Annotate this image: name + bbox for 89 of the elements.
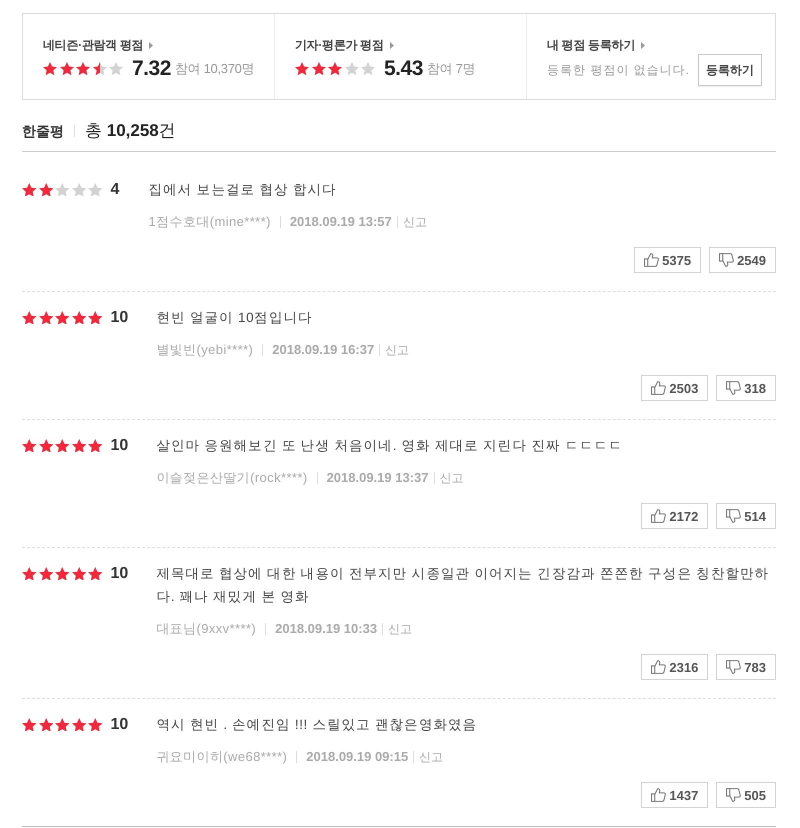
star-icon [55, 566, 70, 580]
star-icon [38, 566, 53, 580]
review-score: 10 [110, 436, 128, 456]
caret-icon [640, 42, 645, 48]
review-total: 총 10,258건 [85, 120, 176, 142]
review-text: 현빈 얼굴이 10점입니다 [156, 309, 314, 327]
rating-title-link[interactable]: 기자·평론가 평점 [295, 36, 394, 54]
review-date: 2018.09.19 10:33 [275, 620, 378, 638]
review-date: 2018.09.19 13:37 [326, 469, 428, 487]
register-button[interactable]: 등록하기 [698, 54, 762, 86]
star-icon [72, 566, 86, 580]
star-icon [72, 718, 86, 732]
star-icon [88, 438, 102, 452]
star-icon [22, 310, 36, 324]
review-text: 제목대로 협상에 대한 내용이 전부지만 시종일관 이어지는 긴장감과 쫀쫀한 구성은 칭찬할만하다. 꽤나 재밌게 본 영화 [156, 565, 770, 606]
section-title: 한줄평 [22, 122, 64, 141]
star-icon [55, 310, 70, 324]
dislike-button[interactable]: 514 [716, 503, 776, 529]
star-icon [22, 438, 36, 452]
rating-score: 7.32 [132, 57, 171, 81]
rating-score: 5.43 [384, 57, 423, 81]
dislike-button[interactable]: 2549 [709, 247, 776, 273]
thumbs-up-icon [644, 253, 660, 267]
dislike-button[interactable]: 318 [716, 375, 776, 401]
participant-count: 참여 7명 [426, 60, 476, 78]
star-icon [55, 438, 70, 452]
star-icon [55, 718, 70, 732]
my-rating-link[interactable]: 내 평점 등록하기 [547, 36, 645, 54]
thumbs-down-icon [726, 509, 742, 523]
thumbs-up-icon [651, 381, 666, 395]
star-icon [72, 310, 86, 324]
star-icon [22, 566, 36, 580]
thumbs-down-icon [719, 253, 734, 267]
dislike-button[interactable]: 505 [716, 782, 776, 808]
review-author: 이슬젖은산딸기(rock****) [156, 469, 308, 487]
like-button[interactable]: 2503 [641, 375, 708, 401]
star-icon [295, 62, 309, 76]
review-author: 대표님(9xxv****) [156, 620, 256, 638]
star-icon [43, 62, 57, 76]
review-author: 귀요미이히(we68****) [156, 748, 288, 766]
review-score: 4 [110, 180, 120, 200]
star-icon [38, 182, 53, 196]
review-date: 2018.09.19 16:37 [272, 341, 374, 359]
like-button[interactable]: 1437 [641, 782, 708, 808]
thumbs-up-icon [651, 660, 666, 674]
review-author: 1점수호대(mine****) [148, 213, 271, 231]
star-icon [38, 718, 53, 732]
star-icon [38, 438, 53, 452]
review-date: 2018.09.19 13:57 [290, 213, 392, 231]
thumbs-up-icon [651, 509, 666, 523]
star-icon [22, 182, 36, 196]
thumbs-up-icon [651, 788, 666, 802]
star-icon [88, 310, 102, 324]
star-icon [88, 182, 102, 196]
like-button[interactable]: 2172 [641, 503, 708, 529]
star-icon [22, 718, 36, 732]
like-button[interactable]: 2316 [641, 654, 708, 680]
review-author: 별빛빈(yebi****) [156, 341, 254, 359]
star-icon [72, 182, 86, 196]
star-icon [88, 566, 102, 580]
rating-title-link[interactable]: 네티즌·관람객 평점 [43, 36, 154, 54]
review-score: 10 [110, 564, 128, 584]
star-icon [328, 62, 342, 76]
star-icon [55, 182, 70, 196]
caret-icon [149, 42, 154, 48]
star-icon [88, 718, 102, 732]
review-text: 집에서 보는걸로 협상 합시다 [148, 181, 338, 199]
dislike-button[interactable]: 783 [716, 654, 776, 680]
caret-icon [390, 42, 394, 48]
like-button[interactable]: 5375 [634, 247, 702, 273]
review-date: 2018.09.19 09:15 [306, 748, 408, 766]
review-score: 10 [110, 308, 128, 328]
star-icon [92, 62, 106, 76]
star-icon [60, 62, 74, 76]
empty-rating-message: 등록한 평점이 없습니다. [547, 62, 690, 78]
thumbs-down-icon [726, 788, 742, 802]
participant-count: 참여 10,370명 [174, 60, 254, 78]
star-icon [38, 310, 53, 324]
star-icon [312, 62, 326, 76]
star-icon [109, 62, 123, 76]
star-icon [72, 438, 86, 452]
star-icon [76, 62, 90, 76]
review-text: 역시 현빈 . 손예진임 !!! 스릴있고 괜찮은영화였음 [156, 716, 478, 734]
star-icon [344, 62, 358, 76]
review-score: 10 [110, 715, 128, 735]
star-icon [361, 62, 375, 76]
thumbs-down-icon [726, 381, 742, 395]
review-text: 살인마 응원해보긴 또 난생 처음이네. 영화 제대로 지린다 진짜 ㄷㄷㄷㄷ [156, 437, 624, 455]
thumbs-down-icon [726, 660, 742, 674]
